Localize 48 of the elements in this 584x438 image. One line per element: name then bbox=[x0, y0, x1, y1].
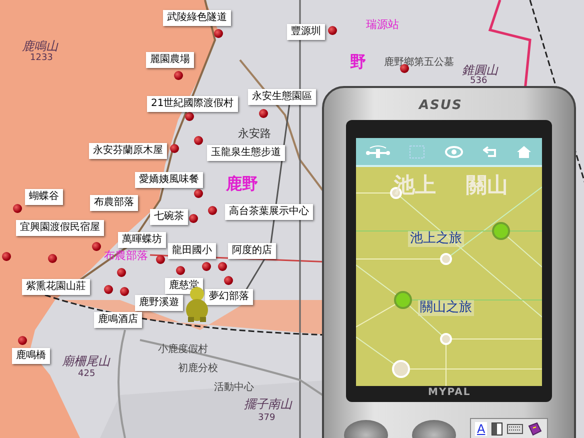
route-link[interactable]: 關山之旅 bbox=[418, 300, 474, 316]
brand-logo: ASUS bbox=[419, 98, 462, 113]
poi-label[interactable]: 21世紀國際渡假村 bbox=[147, 96, 238, 112]
poi-label[interactable]: 鹿鳴橋 bbox=[12, 348, 50, 364]
station-label: 瑞源站 bbox=[366, 19, 399, 30]
poi-label[interactable]: 宜興園渡假民宿屋 bbox=[16, 220, 104, 236]
elevation-label: 536 bbox=[470, 77, 488, 86]
place-label: 鹿野鄉第五公墓 bbox=[384, 58, 454, 68]
peak-label: 擺子南山 bbox=[244, 398, 292, 410]
poi-label[interactable]: 麗園農場 bbox=[146, 52, 194, 68]
poi-label[interactable]: 永安生態園區 bbox=[248, 89, 316, 105]
elevation-label: 1233 bbox=[30, 54, 53, 63]
poi-label[interactable]: 玉龍泉生態步道 bbox=[207, 145, 285, 161]
route-link[interactable]: 池上之旅 bbox=[408, 231, 464, 248]
town-label: 鹿野 bbox=[226, 176, 258, 192]
poi-label[interactable]: 萬暉蝶坊 bbox=[118, 232, 166, 248]
window-icon[interactable] bbox=[491, 422, 504, 436]
station-title: 關山 bbox=[466, 175, 508, 196]
station-title: 池上 bbox=[394, 175, 436, 196]
input-mode-button[interactable]: A bbox=[475, 422, 488, 436]
peak-label: 錐圓山 bbox=[462, 64, 498, 76]
poi-label[interactable]: 武陵綠色隧道 bbox=[163, 10, 231, 26]
poi-label[interactable]: 高台茶葉展示中心 bbox=[225, 204, 313, 220]
elevation-label: 425 bbox=[78, 370, 96, 379]
poi-label[interactable]: 龍田國小 bbox=[168, 243, 216, 259]
poi-label[interactable]: 夢幻部落 bbox=[205, 289, 253, 305]
poi-label[interactable]: 阿度的店 bbox=[228, 243, 276, 259]
elevation-label: 379 bbox=[258, 414, 276, 423]
peak-label: 鹿鳴山 bbox=[22, 40, 58, 52]
road-label: 永安路 bbox=[238, 128, 271, 139]
poi-label[interactable]: 紫熏花園山莊 bbox=[22, 279, 90, 295]
town-label: 野 bbox=[350, 54, 366, 70]
place-label: 小鹿度假村 bbox=[158, 345, 208, 355]
poi-label[interactable]: 永安芬蘭原木屋 bbox=[89, 143, 167, 159]
place-label: 初鹿分校 bbox=[178, 364, 218, 374]
poi-label[interactable]: 鹿野溪遊 bbox=[135, 295, 183, 311]
poi-label[interactable]: 七碗茶 bbox=[150, 209, 188, 225]
keyboard-icon[interactable] bbox=[507, 424, 524, 434]
poi-label[interactable]: 鹿鳴酒店 bbox=[94, 312, 142, 328]
poi-label[interactable]: 豐源圳 bbox=[287, 24, 325, 40]
poi-label[interactable]: 愛嬌姨風味餐 bbox=[135, 172, 203, 188]
poi-label[interactable]: 蝴蝶谷 bbox=[25, 189, 63, 205]
model-logo: MYPAL bbox=[428, 387, 471, 398]
poi-label[interactable]: 布農部落 bbox=[90, 195, 138, 211]
book-icon[interactable] bbox=[527, 422, 544, 436]
village-label: 布農部落 bbox=[104, 250, 148, 261]
place-label: 活動中心 bbox=[214, 383, 254, 393]
peak-label: 廟柵尾山 bbox=[62, 355, 110, 367]
